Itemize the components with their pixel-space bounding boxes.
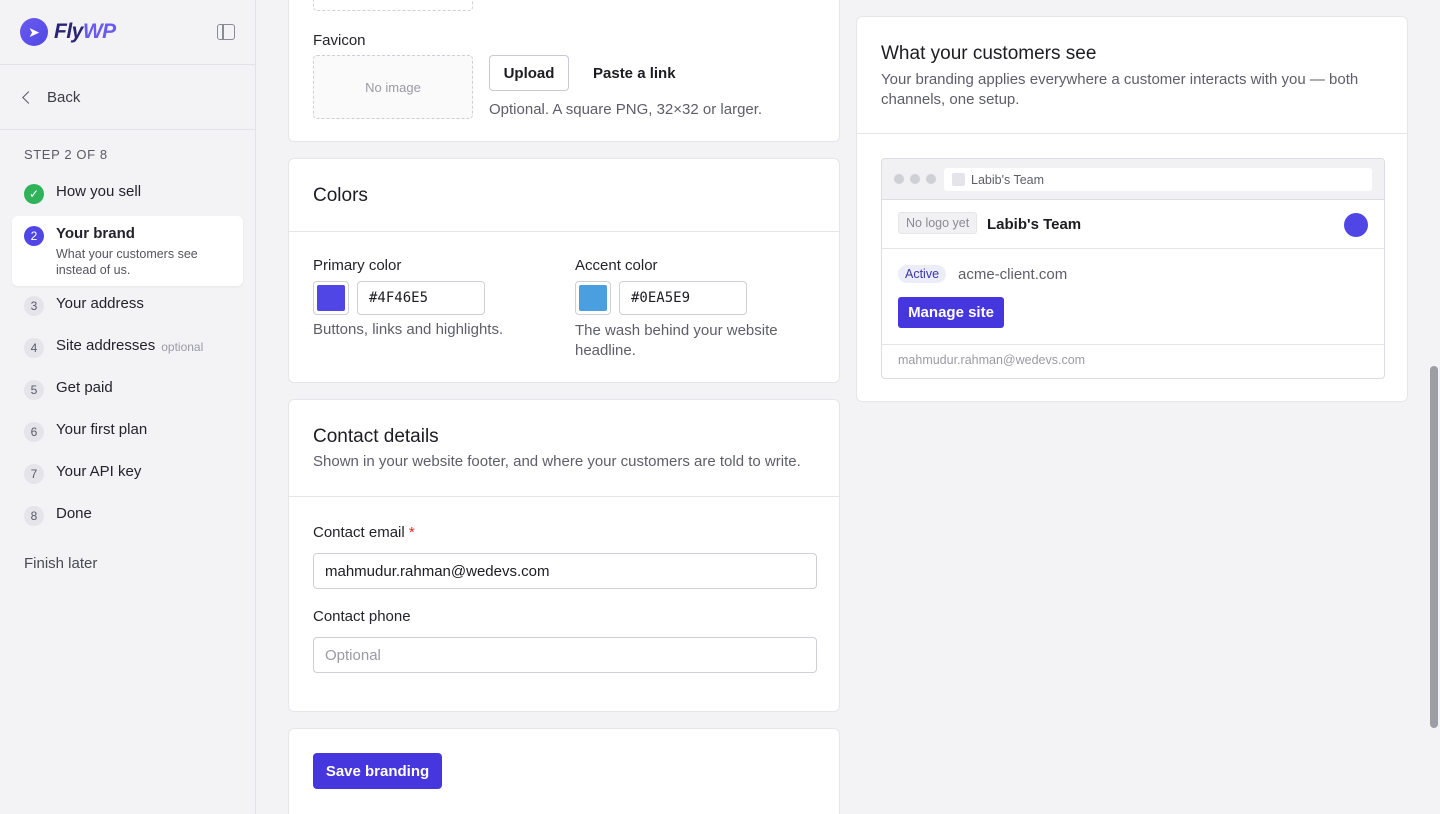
window-dot-icon [894, 174, 904, 184]
step-site-addresses[interactable]: 4 Site addresses optional [12, 328, 243, 370]
logo-mark-icon: ➤ [20, 18, 48, 46]
step-your-api-key[interactable]: 7 Your API key [12, 454, 243, 496]
no-logo-badge: No logo yet [898, 212, 978, 234]
preview-footer-email: mahmudur.rahman@wedevs.com [898, 353, 1086, 367]
primary-color-label: Primary color [313, 257, 402, 274]
favicon-dropzone[interactable]: No image [313, 55, 473, 119]
favicon-help: Optional. A square PNG, 32×32 or larger. [489, 101, 763, 118]
step-counter: STEP 2 OF 8 [24, 147, 108, 162]
preview-subtitle: Your branding applies everywhere a custo… [881, 71, 1359, 108]
step-number: 2 [24, 226, 44, 246]
preview-body: Active acme-client.com Manage site [882, 249, 1384, 345]
avatar [1344, 213, 1368, 237]
tab-title: Labib's Team [971, 172, 1045, 187]
brand-row: ➤ FlyWP [0, 0, 255, 65]
logo-text-fly: Fly [54, 20, 83, 43]
colors-card: Colors Primary color #4F46E5 Buttons, li… [288, 158, 840, 383]
sidebar-collapse-icon[interactable] [217, 24, 235, 40]
optional-tag: optional [161, 340, 204, 354]
favicon-label: Favicon [313, 32, 366, 49]
contact-email-label: Contact email * [313, 524, 415, 541]
sidebar: ➤ FlyWP Back STEP 2 OF 8 ✓ How you sell … [0, 0, 256, 814]
step-your-address[interactable]: 3 Your address [12, 286, 243, 328]
window-dot-icon [926, 174, 936, 184]
team-name: Labib's Team [987, 216, 1082, 233]
back-label: Back [47, 88, 81, 106]
contact-phone-label: Contact phone [313, 608, 411, 625]
preview-title: What your customers see [881, 43, 1097, 64]
contact-phone-input[interactable]: Optional [313, 637, 817, 673]
step-how-you-sell[interactable]: ✓ How you sell [12, 174, 243, 216]
accent-swatch-fill [579, 285, 607, 311]
contact-title: Contact details [313, 426, 439, 447]
accent-color-swatch[interactable] [575, 281, 611, 315]
preview-card: What your customers see Your branding ap… [856, 16, 1408, 402]
save-branding-button[interactable]: Save branding [313, 753, 442, 789]
flywp-logo[interactable]: ➤ FlyWP [20, 18, 116, 46]
email-label-text: Contact email [313, 524, 405, 541]
step-done[interactable]: 8 Done [12, 496, 243, 538]
paste-link-button[interactable]: Paste a link [593, 65, 676, 82]
primary-color-swatch[interactable] [313, 281, 349, 315]
step-label: Your address [56, 295, 144, 312]
step-description: What your customers see instead of us. [56, 247, 198, 277]
manage-site-button[interactable]: Manage site [898, 297, 1004, 328]
accent-color-help: The wash behind your website headline. [575, 322, 778, 359]
logo-text-wp: WP [82, 20, 116, 43]
favicon-placeholder-icon [952, 173, 965, 186]
divider [857, 133, 1407, 134]
scrollbar-thumb[interactable] [1430, 366, 1438, 728]
step-label: Done [56, 505, 92, 522]
step-label: Your API key [56, 463, 142, 480]
upload-button[interactable]: Upload [489, 55, 569, 91]
contact-details-card: Contact details Shown in your website fo… [288, 399, 840, 712]
contact-email-input[interactable]: mahmudur.rahman@wedevs.com [313, 553, 817, 589]
step-label: Get paid [56, 379, 113, 396]
step-your-first-plan[interactable]: 6 Your first plan [12, 412, 243, 454]
accent-color-input[interactable]: #0EA5E9 [619, 281, 747, 315]
scrollbar-track[interactable] [1428, 0, 1440, 814]
accent-color-label: Accent color [575, 257, 658, 274]
browser-chrome: Labib's Team [882, 159, 1384, 200]
back-link[interactable]: Back [0, 65, 255, 130]
required-mark: * [408, 524, 415, 541]
step-label: Your brand [56, 225, 135, 242]
steps-list: ✓ How you sell 2 Your brand What your cu… [12, 174, 243, 538]
step-number: 4 [24, 338, 44, 358]
step-label: Your first plan [56, 421, 148, 438]
preview-header: No logo yet Labib's Team [882, 200, 1384, 249]
divider [289, 496, 839, 497]
colors-title: Colors [313, 185, 368, 206]
check-icon: ✓ [24, 184, 44, 204]
logo-dropzone-partial[interactable] [313, 0, 473, 11]
step-label: How you sell [56, 183, 142, 200]
site-domain: acme-client.com [958, 266, 1068, 283]
primary-swatch-fill [317, 285, 345, 311]
primary-color-input[interactable]: #4F46E5 [357, 281, 485, 315]
divider [289, 231, 839, 232]
step-number: 8 [24, 506, 44, 526]
chevron-left-icon [22, 90, 35, 104]
status-badge: Active [898, 265, 947, 283]
logo-favicon-card: Favicon No image Upload Paste a link Opt… [288, 0, 840, 142]
browser-tab: Labib's Team [944, 168, 1372, 191]
step-label: Site addresses [56, 337, 156, 354]
finish-later-link[interactable]: Finish later [24, 555, 97, 572]
step-get-paid[interactable]: 5 Get paid [12, 370, 243, 412]
step-number: 5 [24, 380, 44, 400]
step-number: 6 [24, 422, 44, 442]
primary-color-help: Buttons, links and highlights. [313, 321, 504, 338]
no-image-text: No image [365, 79, 421, 95]
save-card: Save branding [288, 728, 840, 814]
step-your-brand[interactable]: 2 Your brand What your customers see ins… [12, 216, 243, 286]
step-number: 7 [24, 464, 44, 484]
step-number: 3 [24, 296, 44, 316]
browser-mockup: Labib's Team No logo yet Labib's Team Ac… [881, 158, 1385, 379]
window-dot-icon [910, 174, 920, 184]
contact-subtitle: Shown in your website footer, and where … [313, 453, 801, 470]
